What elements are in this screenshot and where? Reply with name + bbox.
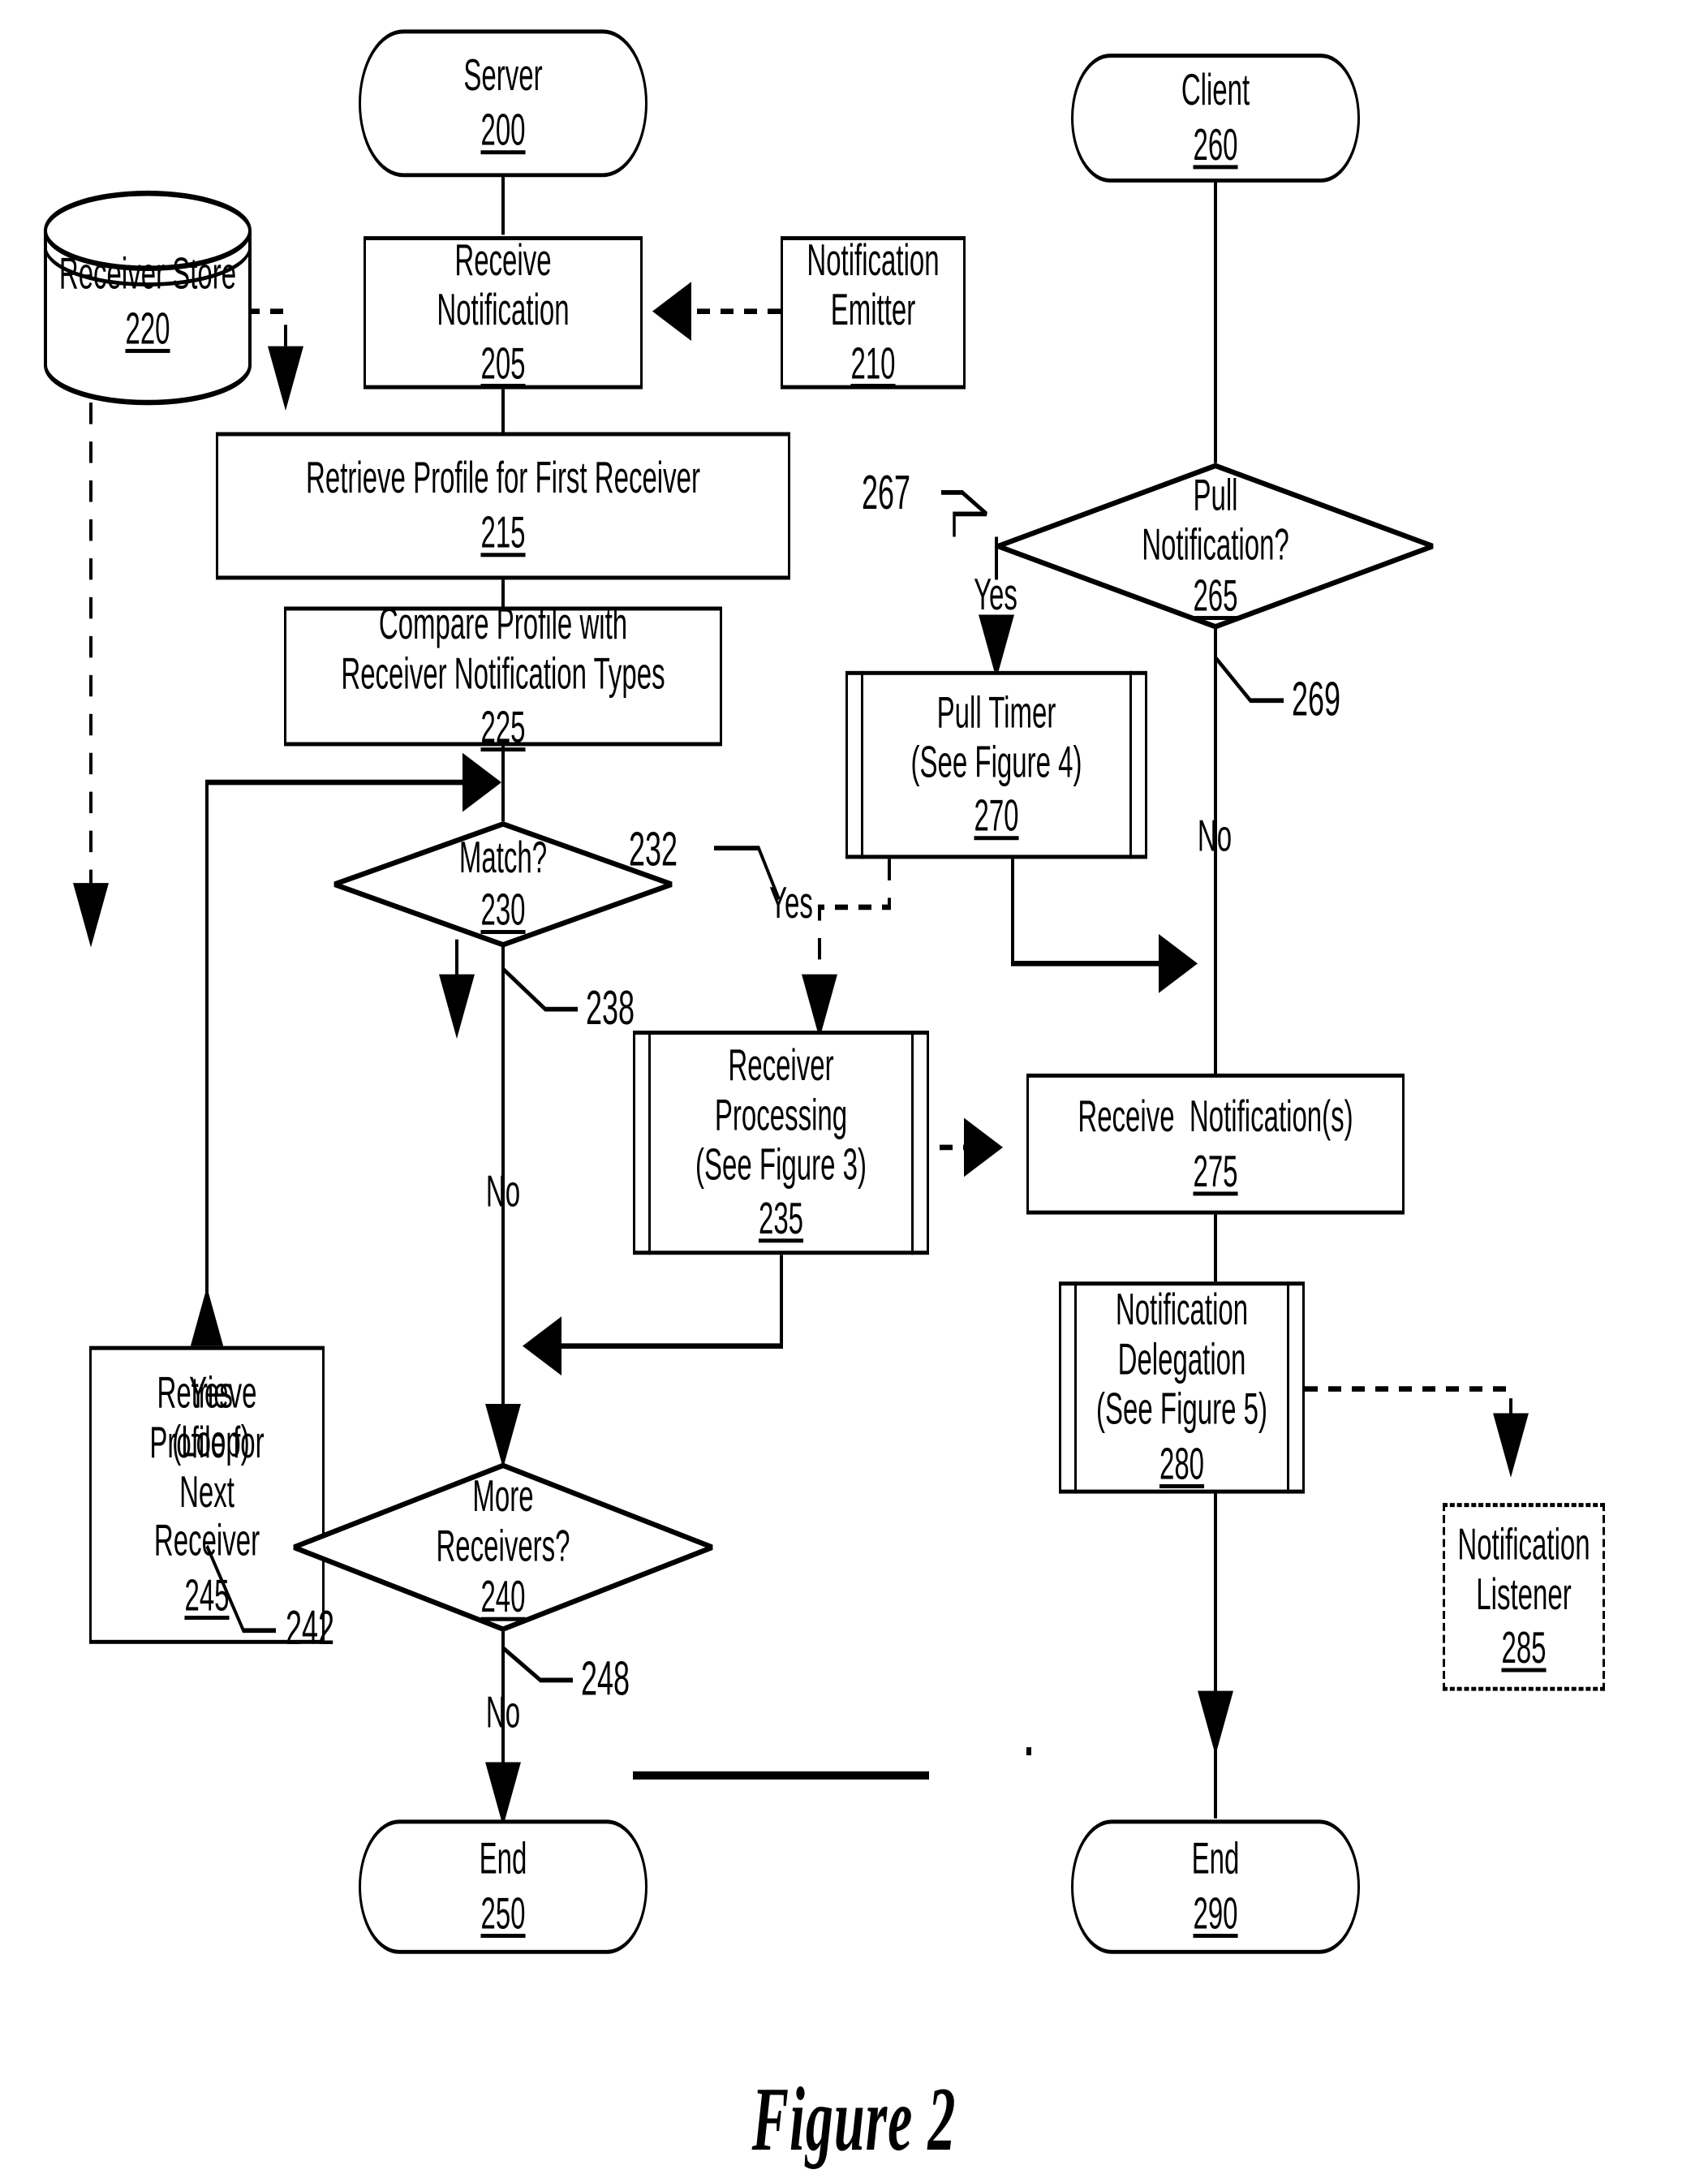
node-ref: 270 — [974, 790, 1019, 841]
node-title: More Receivers? — [436, 1470, 570, 1570]
decision-match: Match? 230 — [333, 821, 673, 947]
node-title: Pull Timer (See Figure 4) — [910, 686, 1082, 786]
node-ref: 230 — [480, 884, 526, 934]
process-notification-listener: Notification Listener 285 — [1443, 1503, 1605, 1691]
node-ref: 225 — [480, 702, 526, 752]
node-ref: 205 — [480, 338, 526, 389]
process-receive-notification: Receive Notification 205 — [364, 234, 643, 390]
edge-label-pull-no: No — [1197, 810, 1233, 861]
terminator-end-server: End 250 — [359, 1819, 647, 1954]
node-ref: 215 — [480, 507, 526, 557]
predef-right-bar — [1287, 1281, 1289, 1494]
edge-label-more-receivers-no: No — [485, 1686, 521, 1737]
edge-label-match-yes: Yes — [769, 877, 813, 928]
node-title: Compare Profile with Receiver Notificati… — [341, 597, 665, 698]
predefined-process-notification-delegation: Notification Delegation (See Figure 5) 2… — [1059, 1281, 1305, 1494]
node-ref: 235 — [758, 1193, 804, 1244]
predefined-process-receiver-processing-main — [633, 1771, 929, 1780]
predef-left-bar — [861, 670, 863, 859]
edge-label-pull-yes: Yes — [974, 569, 1017, 619]
node-ref: 285 — [1501, 1623, 1547, 1673]
node-title: Client — [1181, 64, 1250, 114]
node-title: Receiver Processing (See Figure 3) — [695, 1039, 867, 1189]
process-compare-profile: Compare Profile with Receiver Notificati… — [284, 598, 722, 752]
node-ref: 210 — [850, 338, 896, 389]
process-retrieve-profile-first-receiver: Retrieve Profile for First Receiver 215 — [216, 432, 790, 580]
node-ref: 240 — [480, 1572, 526, 1622]
node-ref: 245 — [184, 1570, 230, 1621]
node-title: Pull Notification? — [1142, 469, 1289, 569]
node-ref: 220 — [125, 303, 170, 353]
process-notification-emitter: Notification Emitter 210 — [781, 234, 966, 390]
ref-tag-267: 267 — [862, 464, 911, 519]
figure-caption: Figure 2 — [751, 2068, 957, 2171]
node-ref: 275 — [1193, 1145, 1238, 1195]
edge-label-match-no: No — [485, 1166, 521, 1216]
terminator-client: Client 260 — [1071, 54, 1360, 183]
node-ref: 290 — [1193, 1888, 1238, 1938]
ref-tag-238: 238 — [586, 979, 635, 1035]
predef-right-bar — [911, 1031, 914, 1255]
terminator-end-client: End 290 — [1071, 1819, 1360, 1954]
process-receive-notifications-box: Receive Notification(s) 275 — [1026, 1073, 1405, 1215]
decision-more-receivers: More Receivers? 240 — [292, 1463, 714, 1632]
ref-tag-269: 269 — [1292, 670, 1341, 726]
node-ref: 250 — [480, 1888, 526, 1938]
process-receive-notifications-shape — [1026, 1747, 1031, 1756]
predef-right-bar — [1129, 670, 1132, 859]
database-receiver-store: Receiver Store 220 — [42, 188, 253, 406]
node-ref: 280 — [1159, 1438, 1205, 1488]
predef-left-bar — [1074, 1281, 1077, 1494]
ref-tag-242: 242 — [286, 1599, 335, 1655]
node-title: End — [479, 1833, 527, 1883]
node-title: Server — [463, 50, 543, 100]
node-title: Notification Emitter — [807, 234, 940, 334]
node-title: End — [1191, 1833, 1240, 1883]
ref-tag-248: 248 — [581, 1651, 630, 1706]
node-title: Notification Delegation (See Figure 5) — [1096, 1284, 1267, 1434]
predefined-process-pull-timer: Pull Timer (See Figure 4) 270 — [845, 670, 1147, 859]
patent-figure-2: Server 200 Client 260 Receiver Store 220… — [0, 0, 1708, 2174]
node-title: Match? — [458, 832, 548, 882]
edge-label-more-receivers-yes-loop: Yes (Loop) — [172, 1367, 250, 1466]
node-title: Retrieve Profile for First Receiver — [306, 452, 700, 502]
node-ref: 260 — [1193, 119, 1238, 170]
terminator-server: Server 200 — [359, 29, 647, 178]
node-title: Receive Notification(s) — [1078, 1090, 1353, 1140]
predef-left-bar — [648, 1031, 651, 1255]
node-ref: 200 — [480, 104, 526, 155]
node-title: Receive Notification — [437, 234, 570, 334]
predefined-process-receiver-processing-shape: Receiver Processing (See Figure 3) 235 — [633, 1031, 929, 1255]
ref-tag-232: 232 — [629, 821, 678, 876]
decision-pull-notification: Pull Notification? 265 — [996, 463, 1435, 630]
node-title: Receiver Store — [58, 248, 237, 299]
node-title: Notification Listener — [1457, 1518, 1590, 1618]
node-ref: 265 — [1193, 570, 1238, 621]
